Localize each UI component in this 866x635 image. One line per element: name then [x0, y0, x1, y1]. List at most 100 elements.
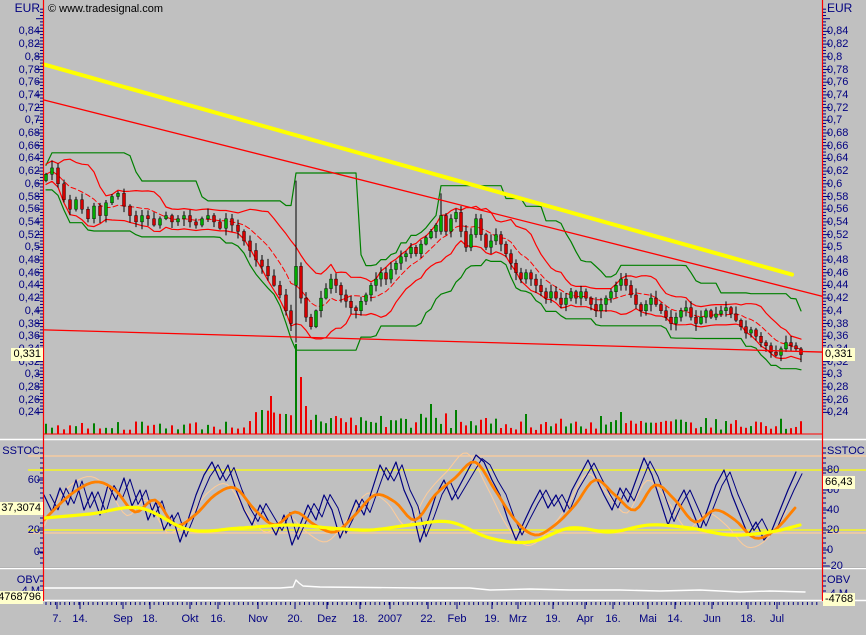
volume-bar: [740, 427, 742, 434]
candle: [785, 343, 788, 349]
volume-bar: [655, 423, 657, 434]
volume-bar: [279, 414, 281, 434]
date-label: 2007: [373, 613, 407, 625]
volume-bar: [505, 424, 507, 434]
date-label: Jul: [760, 613, 794, 625]
chart-canvas[interactable]: [0, 0, 866, 635]
price-axis-label-right: 0,62: [827, 165, 848, 177]
price-axis-label-right: 0,3: [827, 368, 842, 380]
volume-bar: [201, 429, 203, 434]
price-axis-label-left: 0,82: [0, 38, 40, 50]
volume-bar: [650, 423, 652, 434]
date-label: 18.: [343, 613, 377, 625]
volume-bar: [249, 421, 251, 434]
candle: [710, 311, 713, 317]
volume-bar: [640, 421, 642, 434]
volume-bar: [495, 419, 497, 434]
candle: [575, 292, 578, 298]
volume-bar: [625, 423, 627, 434]
price-plot-area[interactable]: [45, 153, 803, 434]
candle: [105, 203, 108, 216]
candle: [780, 349, 783, 355]
candle: [565, 298, 568, 304]
volume-bar: [620, 412, 622, 434]
volume-bar: [390, 420, 392, 434]
volume-bar: [575, 422, 577, 434]
panel-splitter-price-stoch[interactable]: [0, 437, 866, 442]
price-axis-label-left: 0,5: [0, 241, 40, 253]
volume-bar: [360, 417, 362, 434]
candle: [87, 209, 90, 219]
price-axis-label-right: 0,38: [827, 318, 848, 330]
volume-bar: [700, 427, 702, 434]
candle: [760, 336, 763, 342]
candle: [560, 298, 563, 304]
price-axis-label-right: 0,44: [827, 279, 848, 291]
volume-bar: [129, 430, 131, 434]
stoch-axis-label-left: 0: [0, 546, 40, 558]
candle: [555, 292, 558, 298]
candle: [610, 292, 613, 298]
price-axis-label-left: 0,68: [0, 127, 40, 139]
volume-bar: [475, 425, 477, 434]
candle: [435, 225, 438, 231]
price-axis-label-right: 0,4: [827, 305, 842, 317]
copyright-label: © www.tradesignal.com: [48, 3, 163, 15]
volume-bar: [745, 428, 747, 434]
obv-panel-title-left: OBV: [0, 574, 40, 587]
price-axis-label-left: 0,42: [0, 292, 40, 304]
price-axis-label-left: 0,3: [0, 368, 40, 380]
volume-bar: [237, 429, 239, 434]
volume-bar: [485, 418, 487, 434]
price-axis-label-left: 0,7: [0, 114, 40, 126]
candle: [685, 308, 688, 311]
volume-bar: [510, 428, 512, 434]
volume-bar: [135, 422, 137, 434]
candle: [350, 301, 353, 307]
candle: [455, 212, 458, 218]
volume-bar: [420, 414, 422, 434]
price-axis-label-right: 0,72: [827, 102, 848, 114]
volume-bar: [243, 427, 245, 434]
volume-bar: [730, 424, 732, 434]
candle: [153, 219, 156, 225]
candle: [450, 219, 453, 232]
candle: [670, 317, 673, 323]
candle: [580, 292, 583, 298]
volume-bar: [315, 415, 317, 434]
price-axis-label-left: 0,46: [0, 267, 40, 279]
price-axis-label-right: 0,58: [827, 191, 848, 203]
price-axis-title-left: EUR: [0, 2, 40, 15]
date-label: Mrz: [501, 613, 535, 625]
candle: [207, 216, 210, 219]
volume-bar: [213, 427, 215, 434]
volume-bar: [310, 420, 312, 434]
volume-bar: [455, 410, 457, 434]
candle: [249, 241, 252, 251]
date-label: Dez: [310, 613, 344, 625]
volume-bar: [630, 421, 632, 434]
candle: [585, 292, 588, 298]
candle: [735, 314, 738, 320]
volume-bar: [57, 425, 59, 434]
date-label: Feb: [440, 613, 474, 625]
candle: [700, 317, 703, 323]
volume-bar: [660, 422, 662, 434]
volume-bar: [380, 416, 382, 434]
price-axis-label-left: 0,62: [0, 165, 40, 177]
volume-bar: [285, 414, 287, 434]
volume-bar: [610, 422, 612, 434]
stoch-axis-label-left: 60: [0, 474, 40, 486]
volume-bar: [600, 416, 602, 434]
candle: [117, 193, 120, 196]
price-axis-label-left: 0,64: [0, 152, 40, 164]
volume-bar: [45, 424, 47, 434]
panel-splitter-stoch-obv[interactable]: [0, 565, 866, 570]
volume-bar: [500, 428, 502, 434]
candle: [159, 219, 162, 225]
candle: [405, 254, 408, 257]
volume-bar: [785, 429, 787, 434]
volume-bar: [470, 421, 472, 434]
volume-bar: [445, 413, 447, 434]
candle: [231, 219, 234, 225]
